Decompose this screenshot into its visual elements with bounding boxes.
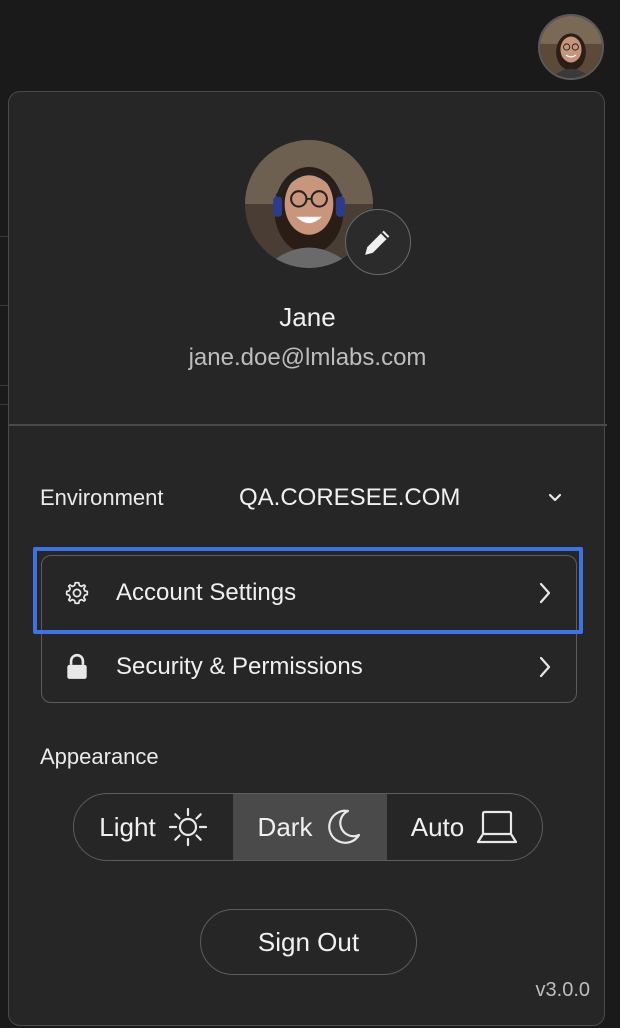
background-divider: [0, 404, 8, 405]
appearance-toggle: Light Dark Auto: [73, 793, 543, 861]
appearance-option-auto[interactable]: Auto: [387, 794, 542, 860]
appearance-option-label: Light: [99, 811, 156, 842]
gear-icon: [65, 581, 89, 605]
menu-item-label: Account Settings: [116, 579, 297, 606]
chevron-right-icon: [539, 582, 551, 604]
appearance-option-dark[interactable]: Dark: [233, 794, 387, 860]
background-divider: [0, 236, 8, 237]
menu-item-label: Security & Permissions: [116, 653, 363, 680]
section-divider: [9, 424, 607, 426]
environment-label: Environment: [40, 485, 164, 510]
menu-item-account-settings[interactable]: Account Settings: [42, 556, 576, 630]
chevron-right-icon: [539, 656, 551, 678]
laptop-icon: [477, 810, 518, 844]
profile-menu-avatar-button[interactable]: [538, 14, 604, 80]
background-divider: [0, 305, 8, 306]
settings-menu: Account Settings Security & Permissions: [41, 555, 577, 703]
pencil-icon: [365, 230, 390, 255]
chevron-down-icon: [548, 493, 562, 502]
page: Jane jane.doe@lmlabs.com Environment QA.…: [0, 0, 620, 1028]
user-email: jane.doe@lmlabs.com: [188, 344, 427, 371]
environment-select[interactable]: QA.CORESEE.COM: [229, 476, 569, 520]
appearance-label: Appearance: [40, 744, 159, 769]
sign-out-button[interactable]: Sign Out: [200, 909, 417, 975]
appearance-option-label: Dark: [257, 811, 313, 842]
menu-item-security-permissions[interactable]: Security & Permissions: [42, 630, 576, 704]
user-photo-icon: [540, 16, 602, 78]
profile-panel: Jane jane.doe@lmlabs.com Environment QA.…: [8, 91, 607, 1026]
version-label: v3.0.0: [535, 979, 590, 1001]
moon-icon: [328, 809, 361, 844]
edit-avatar-button[interactable]: [345, 209, 411, 275]
appearance-option-light[interactable]: Light: [74, 794, 233, 860]
user-name: Jane: [279, 302, 336, 332]
background-divider: [0, 385, 8, 386]
sun-icon: [168, 807, 207, 847]
lock-icon: [67, 653, 87, 679]
appearance-option-label: Auto: [410, 811, 465, 842]
environment-value: QA.CORESEE.COM: [239, 484, 461, 511]
